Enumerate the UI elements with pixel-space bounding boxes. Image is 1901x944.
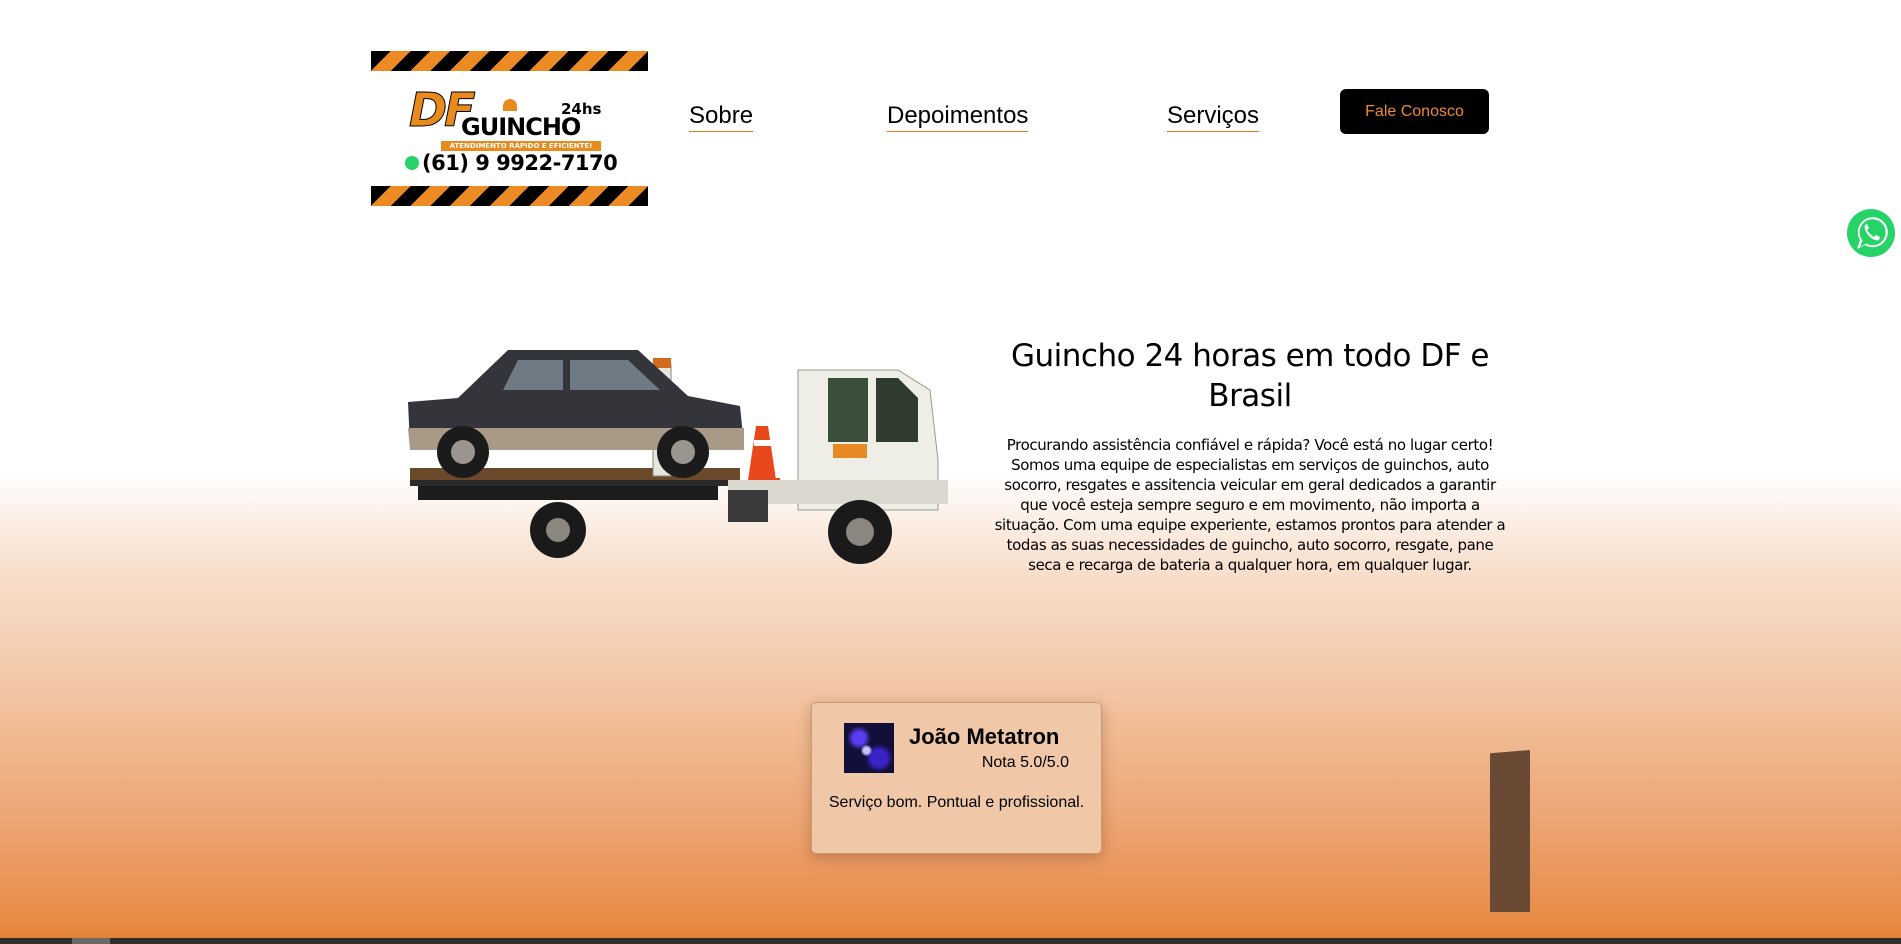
brand-logo[interactable]: DF 24hs GUINCHO ATENDIMENTO RÁPIDO E EFI… (371, 51, 648, 206)
whatsapp-icon (405, 156, 419, 170)
avatar (844, 723, 894, 773)
hero-title: Guincho 24 horas em todo DF e Brasil (1011, 338, 1489, 414)
hero-description: Procurando assistência confiável e rápid… (994, 436, 1506, 574)
testimonial-rating: Nota 5.0/5.0 (981, 754, 1069, 771)
logo-phone: (61) 9 9922-7170 (422, 151, 618, 175)
nav-link-depoimentos[interactable]: Depoimentos (887, 101, 1029, 132)
contact-button[interactable]: Fale Conosco (1340, 89, 1489, 134)
logo-top-stripe (371, 51, 648, 71)
whatsapp-icon[interactable] (1845, 207, 1897, 259)
carousel-next-button[interactable] (1490, 750, 1530, 912)
logo-bottom-stripe (371, 186, 648, 206)
logo-tagline: ATENDIMENTO RÁPIDO E EFICIENTE! (441, 141, 601, 151)
testimonial-author: João Metatron (909, 724, 1060, 749)
logo-name: GUINCHO (461, 113, 581, 141)
tow-truck-image (408, 350, 948, 564)
horizontal-scrollbar[interactable] (0, 938, 1901, 944)
testimonial-card: João Metatron Nota 5.0/5.0 Serviço bom. … (811, 702, 1102, 854)
nav-link-sobre[interactable]: Sobre (689, 101, 754, 132)
nav-link-servicos[interactable]: Serviços (1167, 101, 1260, 132)
siren-icon (503, 99, 517, 111)
scrollbar-thumb[interactable] (72, 938, 110, 944)
testimonial-quote: Serviço bom. Pontual e profissional. (828, 794, 1085, 811)
